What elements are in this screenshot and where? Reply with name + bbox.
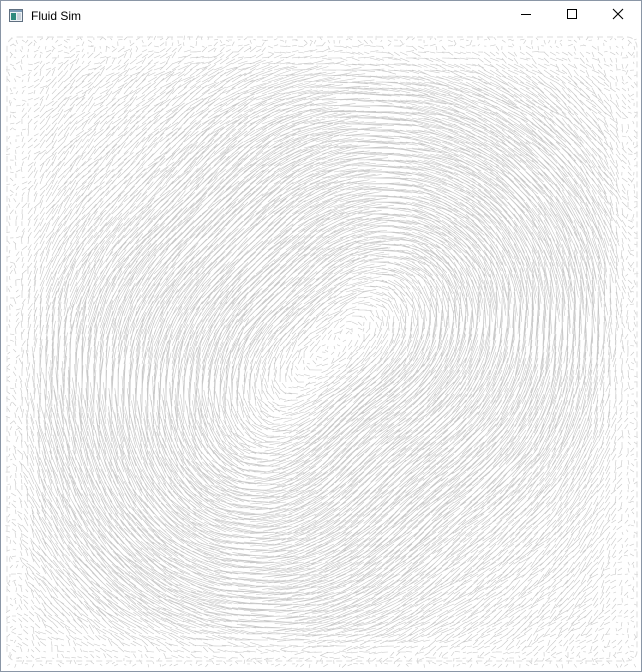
minimize-button[interactable]	[503, 1, 549, 31]
title-bar[interactable]: Fluid Sim	[1, 1, 641, 31]
velocity-field	[5, 35, 639, 669]
maximize-icon	[566, 7, 578, 25]
maximize-button[interactable]	[549, 1, 595, 31]
app-window: Fluid Sim	[0, 0, 642, 672]
minimize-icon	[520, 7, 532, 25]
velocity-vectors	[5, 35, 639, 669]
simulation-canvas[interactable]	[1, 31, 641, 671]
close-button[interactable]	[595, 1, 641, 31]
app-window-icon[interactable]	[9, 9, 23, 22]
window-title: Fluid Sim	[31, 9, 82, 23]
close-icon	[612, 7, 624, 25]
